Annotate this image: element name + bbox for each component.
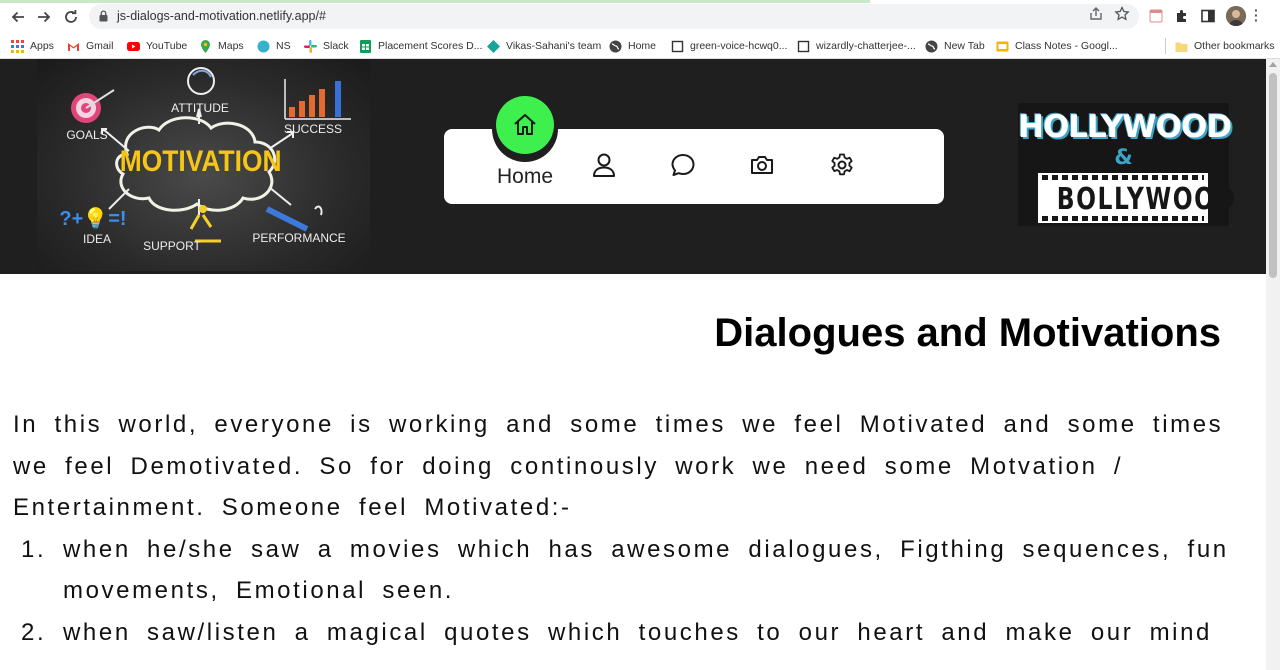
lock-icon xyxy=(99,10,108,22)
intro-line: In this world, everyone is working and s… xyxy=(13,411,1224,438)
motivation-word: MOTIVATION xyxy=(120,143,282,177)
attitude-label: ATTITUDE xyxy=(171,101,229,115)
maps-icon xyxy=(201,39,210,53)
home-icon xyxy=(514,114,536,135)
logo-bollywood-text: BOLLYWOOD xyxy=(1056,182,1237,217)
reload-icon xyxy=(65,10,77,23)
page-scrollbar[interactable] xyxy=(1266,59,1280,670)
slack-icon xyxy=(304,39,317,53)
intro-line: we feel Demotivated. So for doing contin… xyxy=(13,452,1124,480)
bookmark-placement-scores[interactable]: Placement Scores D... xyxy=(359,36,482,56)
scroll-up-arrow-icon[interactable] xyxy=(1269,62,1277,67)
intro-line: Entertainment. Someone feel Motivated:- xyxy=(13,494,572,521)
film-holes-top xyxy=(1042,175,1204,180)
page-title: Dialogues and Motivations xyxy=(714,311,1221,355)
bookmark-new-tab[interactable]: New Tab xyxy=(925,36,985,56)
bookmark-wizardly[interactable]: wizardly-chatterjee-... xyxy=(797,36,916,56)
idea-label: IDEA xyxy=(83,232,111,246)
bookmark-ns[interactable]: NS xyxy=(257,36,291,56)
slides-icon xyxy=(996,41,1009,51)
nav-home-label[interactable]: Home xyxy=(497,165,553,189)
list-item-line: when saw/listen a magical quotes which t… xyxy=(63,618,1213,646)
bookmark-slack[interactable]: Slack xyxy=(304,36,349,56)
performance-label: PERFORMANCE xyxy=(252,231,345,245)
logo-hollywood-text: HOLLYWOOD xyxy=(1018,109,1232,145)
bookmarks-bar: Apps Gmail YouTube Maps NS Slack Placeme… xyxy=(0,33,1280,59)
star-icon[interactable] xyxy=(1114,6,1130,22)
puzzle-icon[interactable] xyxy=(1174,8,1190,24)
globe-icon xyxy=(925,40,938,52)
bookmark-maps[interactable]: Maps xyxy=(199,36,244,56)
reload-button[interactable] xyxy=(60,6,82,28)
motivation-list: 1. when he/she saw a movies which has aw… xyxy=(13,529,1266,654)
apps-grid-icon xyxy=(11,39,24,53)
scrollbar-thumb[interactable] xyxy=(1269,73,1277,278)
bookmark-home[interactable]: Home xyxy=(609,36,656,56)
settings-icon xyxy=(831,153,853,176)
share-icon[interactable] xyxy=(1088,6,1104,22)
bookmark-apps[interactable]: Apps xyxy=(11,36,54,56)
goals-label: GOALS xyxy=(66,128,107,142)
url-text: js-dialogs-and-motivation.netlify.app/# xyxy=(117,9,326,23)
nav-home-button[interactable] xyxy=(496,96,554,154)
nav-settings-button[interactable] xyxy=(829,152,855,178)
user-icon xyxy=(593,153,615,177)
site-header: MOTIVATION ATTITUDE GOALS SUCCESS IDEA S… xyxy=(0,59,1266,274)
gmail-icon xyxy=(68,42,79,51)
list-number: 2. xyxy=(21,618,47,646)
browser-menu-button[interactable]: · · · xyxy=(1254,3,1259,27)
nav-chat-button[interactable] xyxy=(670,152,696,178)
avatar-image-icon xyxy=(1226,6,1246,26)
page-icon xyxy=(671,40,684,52)
main-content: In this world, everyone is working and s… xyxy=(13,404,1266,653)
back-button[interactable] xyxy=(7,6,29,28)
bookmark-youtube[interactable]: YouTube xyxy=(127,36,187,56)
bookmark-other-folder[interactable]: Other bookmarks xyxy=(1175,36,1275,56)
arrow-right-icon xyxy=(38,11,51,23)
motivation-logo: MOTIVATION ATTITUDE GOALS SUCCESS IDEA S… xyxy=(37,59,370,271)
forward-button[interactable] xyxy=(33,6,55,28)
hollywood-bollywood-logo: HOLLYWOOD & BOLLYWOOD xyxy=(1018,103,1237,226)
success-label: SUCCESS xyxy=(284,122,342,136)
globe-icon xyxy=(609,40,622,52)
film-strip: BOLLYWOOD xyxy=(1038,173,1237,223)
nav-camera-button[interactable] xyxy=(749,152,775,178)
page-viewport: MOTIVATION ATTITUDE GOALS SUCCESS IDEA S… xyxy=(0,59,1266,670)
support-label: SUPPORT xyxy=(143,239,201,253)
page-icon xyxy=(797,40,810,52)
bookmark-gmail[interactable]: Gmail xyxy=(67,36,113,56)
list-item-line: movements, Emotional seen. xyxy=(63,577,455,604)
logo-ampersand: & xyxy=(1114,145,1133,169)
page-load-indicator xyxy=(0,0,870,3)
film-holes-bottom xyxy=(1042,216,1204,221)
idea-formula: ?+💡=! xyxy=(59,206,126,230)
ns-icon xyxy=(257,40,270,52)
motivation-chalk-graphic: MOTIVATION ATTITUDE GOALS SUCCESS IDEA S… xyxy=(59,67,351,253)
side-panel-icon[interactable] xyxy=(1200,8,1216,24)
extension-calendar-icon[interactable] xyxy=(1148,8,1164,24)
bookmark-separator xyxy=(1165,38,1166,54)
list-number: 1. xyxy=(21,535,47,563)
sheets-icon xyxy=(360,39,371,53)
youtube-icon xyxy=(127,41,140,51)
address-bar[interactable]: js-dialogs-and-motivation.netlify.app/# xyxy=(89,4,1139,29)
diamond-icon xyxy=(487,39,500,53)
list-item: 2. when saw/listen a magical quotes whic… xyxy=(13,612,1266,654)
camera-icon xyxy=(751,156,773,174)
bookmark-class-notes[interactable]: Class Notes - Googl... xyxy=(996,36,1118,56)
arrow-left-icon xyxy=(11,11,24,23)
browser-toolbar: js-dialogs-and-motivation.netlify.app/# … xyxy=(0,0,1280,33)
bookmark-green-voice[interactable]: green-voice-hcwq0... xyxy=(671,36,787,56)
list-item-line: when he/she saw a movies which has aweso… xyxy=(63,535,1229,563)
nav-profile-button[interactable] xyxy=(591,152,617,178)
folder-icon xyxy=(1175,42,1188,52)
chat-icon xyxy=(671,154,695,176)
bookmark-vikas-team[interactable]: Vikas-Sahani's team xyxy=(487,36,601,56)
profile-avatar[interactable] xyxy=(1226,6,1246,26)
list-item: 1. when he/she saw a movies which has aw… xyxy=(13,529,1266,612)
